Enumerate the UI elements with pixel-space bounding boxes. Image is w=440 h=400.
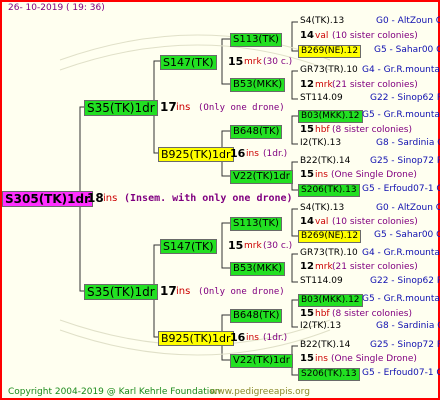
gen3-ins: ins	[315, 354, 328, 364]
gen4-code: G0 - AltZoun Q	[376, 16, 440, 26]
gen4-queen: B03(MKK).12	[298, 110, 363, 123]
gen4-queen: S206(TK).13	[298, 368, 360, 381]
gen1-count: 17	[160, 100, 177, 114]
gen2-queen: S147(TK)	[160, 239, 217, 254]
gen4-code: G22 - Sinop62 R	[370, 276, 440, 286]
gen4-queen: ST114.09	[300, 93, 343, 103]
root-queen: S305(TK)1dr	[2, 191, 94, 207]
gen1-ins: ins	[176, 102, 191, 113]
gen3-queen: B53(MKK)	[230, 78, 286, 92]
gen2-count: 15	[228, 55, 244, 68]
gen3-count: 12	[300, 261, 314, 272]
gen3-note: (21 sister colonies)	[332, 262, 418, 272]
gen2-note: (1dr.)	[263, 333, 288, 343]
gen4-code: G4 - Gr.R.mounta	[362, 248, 440, 258]
gen1-note: (Only one drone)	[198, 287, 285, 297]
gen4-code: G0 - AltZoun Q	[376, 203, 440, 213]
gen3-ins: val	[315, 31, 329, 41]
gen4-code: G5 - Gr.R.mounta	[362, 110, 440, 120]
gen2-count: 16	[230, 147, 246, 160]
gen2-ins: mrk	[244, 57, 262, 67]
gen4-code: G5 - Sahar00 Q	[374, 45, 440, 55]
gen4-code: G4 - Gr.R.mounta	[362, 65, 440, 75]
gen4-code: G25 - Sinop72 R	[370, 340, 440, 350]
gen4-code: G5 - Gr.R.mounta	[362, 294, 440, 304]
gen4-code: G5 - Sahar00 Q	[374, 230, 440, 240]
gen3-note: (One Single Drone)	[331, 170, 417, 180]
gen3-ins: mrk	[315, 80, 333, 90]
gen3-count: 15	[300, 169, 314, 180]
gen4-code: G22 - Sinop62 R	[370, 93, 440, 103]
gen4-queen: I2(TK).13	[300, 321, 342, 331]
gen3-ins: hbf	[315, 309, 330, 319]
gen2-ins: ins	[246, 333, 259, 343]
gen3-note: (21 sister colonies)	[332, 80, 418, 90]
gen2-count: 16	[230, 331, 246, 344]
root-count: 18	[87, 191, 104, 205]
gen2-queen: S147(TK)	[160, 55, 217, 70]
gen4-code: G5 - Erfoud07-1 Q	[362, 368, 440, 378]
gen2-note: (1dr.)	[263, 149, 288, 159]
root-note: (Insem. with only one drone)	[124, 193, 293, 204]
gen3-note: (One Single Drone)	[331, 354, 417, 364]
gen4-queen: S4(TK).13	[300, 203, 345, 213]
gen4-queen: S206(TK).13	[298, 184, 360, 197]
gen3-queen: B53(MKK)	[230, 262, 286, 276]
gen4-queen: B22(TK).14	[300, 156, 351, 166]
gen3-count: 12	[300, 79, 314, 90]
gen3-queen: V22(TK)1dr	[230, 354, 293, 368]
gen3-ins: hbf	[315, 125, 330, 135]
site-url: www.pedigreeapis.org	[210, 387, 310, 397]
gen4-code: G8 - Sardinia Q	[376, 138, 440, 148]
gen3-count: 15	[300, 353, 314, 364]
gen2-queen: B925(TK)1dr	[158, 147, 234, 162]
gen3-ins: mrk	[315, 262, 333, 272]
gen3-note: (8 sister colonies)	[332, 125, 413, 135]
gen3-count: 15	[300, 308, 314, 319]
gen2-note: (30 c.)	[263, 57, 293, 67]
gen3-ins: ins	[315, 170, 328, 180]
gen3-count: 15	[300, 124, 314, 135]
gen3-note: (10 sister colonies)	[332, 31, 418, 41]
gen3-queen: V22(TK)1dr	[230, 170, 293, 184]
gen4-queen: B269(NE).12	[298, 230, 362, 243]
gen4-code: G8 - Sardinia Q	[376, 321, 440, 331]
datetime: 26- 10-2019 ( 19: 36)	[8, 3, 105, 13]
gen4-queen: B269(NE).12	[298, 45, 362, 58]
gen3-note: (10 sister colonies)	[332, 217, 418, 227]
gen2-count: 15	[228, 239, 244, 252]
gen4-queen: ST114.09	[300, 276, 343, 286]
gen1-count: 17	[160, 284, 177, 298]
gen3-count: 14	[300, 216, 314, 227]
gen3-queen: B648(TK)	[230, 309, 283, 323]
copyright: Copyright 2004-2019 @ Karl Kehrle Founda…	[8, 387, 221, 397]
gen2-note: (30 c.)	[263, 241, 293, 251]
gen4-queen: B03(MKK).12	[298, 294, 363, 307]
gen4-queen: GR73(TR).10	[300, 248, 358, 258]
gen3-ins: val	[315, 217, 329, 227]
gen3-queen: B648(TK)	[230, 125, 283, 139]
gen4-queen: I2(TK).13	[300, 138, 342, 148]
gen3-queen: S113(TK)	[230, 33, 282, 47]
gen4-queen: GR73(TR).10	[300, 65, 358, 75]
gen2-ins: mrk	[244, 241, 262, 251]
gen4-code: G25 - Sinop72 R	[370, 156, 440, 166]
gen1-ins: ins	[176, 286, 191, 297]
gen3-note: (8 sister colonies)	[332, 309, 413, 319]
gen3-count: 14	[300, 30, 314, 41]
gen4-queen: S4(TK).13	[300, 16, 345, 26]
gen1-queen: S35(TK)1dr	[84, 284, 158, 300]
gen3-queen: S113(TK)	[230, 217, 282, 231]
gen4-queen: B22(TK).14	[300, 340, 351, 350]
gen4-code: G5 - Erfoud07-1 Q	[362, 184, 440, 194]
gen2-queen: B925(TK)1dr	[158, 331, 234, 346]
gen1-queen: S35(TK)1dr	[84, 100, 158, 116]
gen2-ins: ins	[246, 149, 259, 159]
gen1-note: (Only one drone)	[198, 103, 285, 113]
root-ins: ins	[103, 193, 118, 204]
pedigree-chart: 26- 10-2019 ( 19: 36) S305(TK)1dr 18 ins…	[0, 0, 440, 400]
